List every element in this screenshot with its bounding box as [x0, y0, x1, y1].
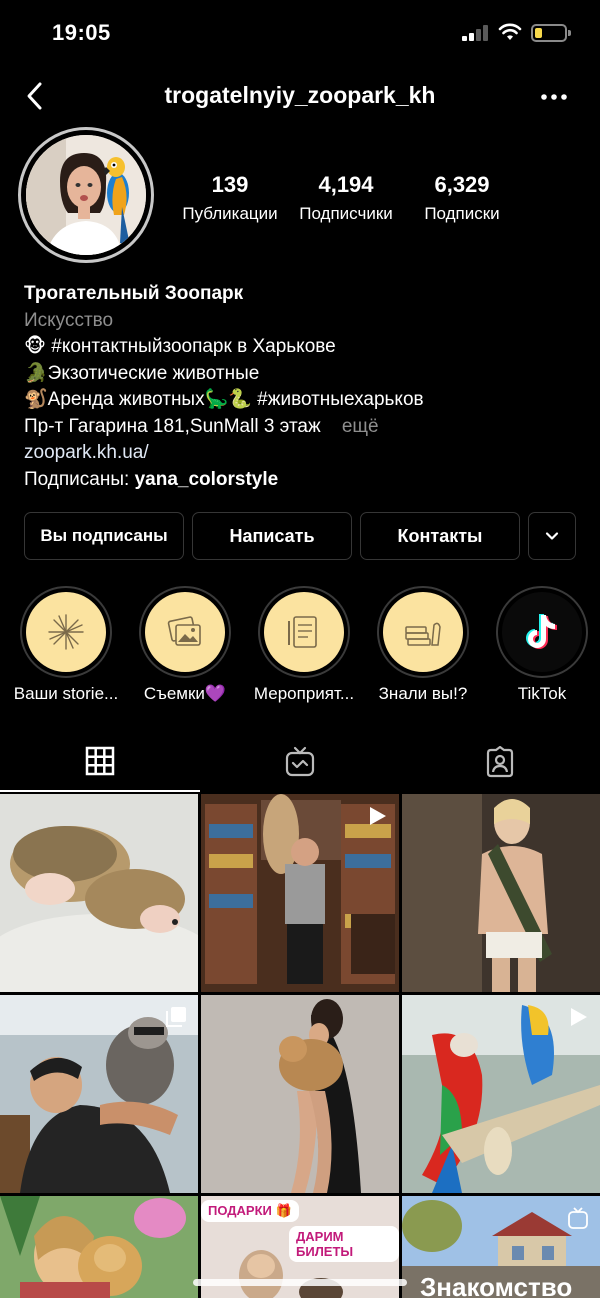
post-thumbnail[interactable]: [0, 995, 198, 1193]
profile-bio: Трогательный Зоопарк Искусство 🐵 #контак…: [24, 281, 584, 493]
highlight-item[interactable]: TikTok: [482, 586, 600, 704]
igtv-icon: [568, 1207, 588, 1229]
bio-more-link[interactable]: ещё: [342, 416, 379, 437]
bio-line: 🐵 #контактныйзоопарк в Харькове: [24, 336, 336, 357]
highlight-label: Ваши storie...: [13, 684, 119, 703]
posts-count-label: Публикации: [182, 204, 278, 223]
status-time: 19:05: [52, 20, 111, 45]
bio-address: Пр-т Гагарина 181,SunMall 3 этаж: [24, 415, 321, 437]
promo-gifts-label: ПОДАРКИ 🎁: [201, 1200, 299, 1222]
home-indicator[interactable]: [193, 1279, 407, 1286]
status-bar: 19:05: [0, 0, 600, 66]
following-count-label: Подписки: [424, 204, 500, 223]
highlight-label: Знали вы!?: [378, 684, 468, 703]
bio-line: 🐒Аренда животных🦕🐍 #животныехарьков: [24, 389, 424, 410]
tab-grid[interactable]: [0, 732, 200, 792]
highlight-item[interactable]: Мероприят...: [244, 586, 364, 704]
woman-lion-cub-photo: [201, 995, 399, 1193]
wifi-icon: [498, 23, 522, 40]
post-thumbnail[interactable]: [201, 995, 399, 1193]
followers-count-label: Подписчики: [299, 204, 393, 223]
igtv-icon: [285, 746, 315, 777]
post-thumbnail[interactable]: [0, 794, 198, 992]
post-thumbnail[interactable]: [402, 794, 600, 992]
cellular-signal-icon: [462, 25, 492, 41]
followers-count[interactable]: 4,194 Подписчики: [286, 172, 406, 224]
profile-stats: 139 Публикации 4,194 Подписчики 6,329 По…: [0, 172, 600, 232]
fireworks-icon: [48, 614, 84, 650]
followed-by[interactable]: Подписаны: yana_colorstyle: [24, 467, 584, 494]
chevron-down-icon: [545, 532, 559, 540]
woman-crocodile-photo: [402, 794, 600, 992]
followed-by-user[interactable]: yana_colorstyle: [135, 469, 279, 490]
bio-website-link[interactable]: zoopark.kh.ua/: [24, 440, 584, 467]
books-icon: [405, 622, 441, 646]
post-thumbnail[interactable]: Знакомство: [402, 1196, 600, 1298]
post-thumbnail[interactable]: [0, 1196, 198, 1298]
promo-intro-label: Знакомство: [420, 1272, 573, 1298]
profile-username: trogatelnyiy_zoopark_kh: [164, 82, 436, 108]
following-count-value: 6,329: [434, 172, 490, 197]
carousel-icon: [166, 1007, 186, 1027]
posts-count-value: 139: [211, 172, 249, 197]
followers-count-value: 4,194: [318, 172, 374, 197]
highlight-label: Мероприят...: [253, 684, 355, 703]
highlight-label: TikTok: [517, 684, 567, 703]
battery-icon: [531, 24, 571, 42]
tab-igtv[interactable]: [200, 732, 400, 792]
tiktok-icon: [526, 614, 557, 649]
tagged-icon: [486, 746, 514, 778]
contacts-button[interactable]: Контакты: [360, 512, 520, 560]
hedgehog-photo: [0, 794, 198, 992]
profile-actions: Вы подписаны Написать Контакты: [0, 512, 600, 560]
suggestions-dropdown-button[interactable]: [528, 512, 576, 560]
posts-grid: ПОДАРКИ 🎁 ДАРИМ БИЛЕТЫ Знакомство: [0, 794, 600, 1298]
following-count[interactable]: 6,329 Подписки: [402, 172, 522, 224]
highlight-item[interactable]: Съемки💜: [125, 586, 245, 704]
bio-line: 🐊Экзотические животные: [24, 362, 260, 384]
highlight-label: Съемки💜: [143, 684, 227, 703]
post-thumbnail[interactable]: [201, 794, 399, 992]
story-highlights: Ваши storie... Съемки💜 Мероприят... Знал…: [0, 586, 600, 716]
posts-count[interactable]: 139 Публикации: [170, 172, 290, 224]
followed-by-prefix: Подписаны:: [24, 468, 135, 490]
highlight-item[interactable]: Ваши storie...: [6, 586, 126, 704]
following-button[interactable]: Вы подписаны: [24, 512, 184, 560]
more-horizontal-icon[interactable]: [536, 80, 572, 112]
profile-header: trogatelnyiy_zoopark_kh: [0, 70, 600, 122]
highlight-item[interactable]: Знали вы!?: [363, 586, 483, 704]
photos-icon: [167, 616, 201, 646]
promo-tickets-label: ДАРИМ БИЛЕТЫ: [289, 1226, 399, 1262]
video-icon: [370, 807, 386, 825]
tab-tagged[interactable]: [400, 732, 600, 792]
video-icon: [571, 1008, 587, 1026]
profile-tabs: [0, 732, 600, 792]
profile-full-name: Трогательный Зоопарк: [24, 283, 244, 304]
message-button[interactable]: Написать: [192, 512, 352, 560]
grid-icon: [85, 746, 115, 776]
profile-category: Искусство: [24, 309, 114, 331]
post-thumbnail[interactable]: [402, 995, 600, 1193]
notepad-icon: [288, 616, 317, 648]
bio-line: Пр-т Гагарина 181,SunMall 3 этаж ещё: [24, 414, 584, 441]
woman-lion-cub-2-photo: [0, 1196, 198, 1298]
